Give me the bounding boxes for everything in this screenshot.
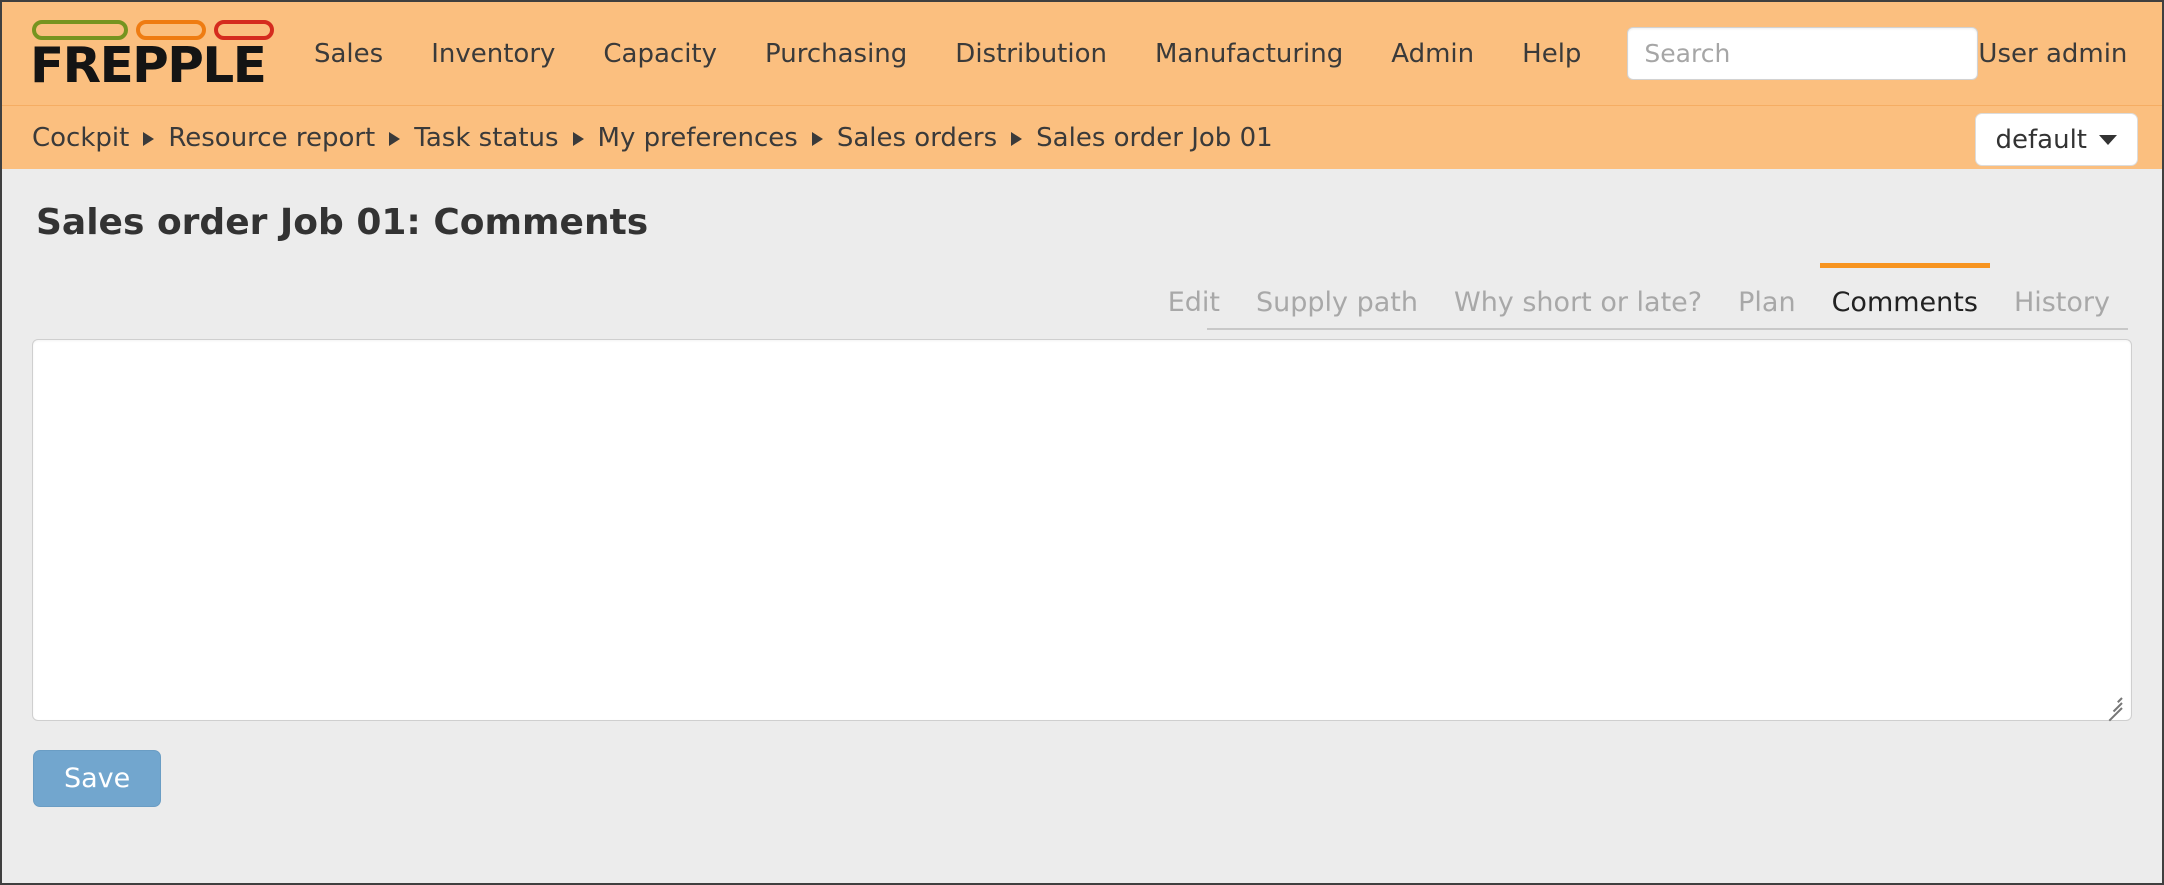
tab-why-short-or-late[interactable]: Why short or late?	[1436, 289, 1720, 330]
nav-item-admin[interactable]: Admin	[1367, 31, 1498, 77]
chevron-down-icon	[2099, 135, 2117, 145]
breadcrumb-separator-icon	[1011, 132, 1022, 146]
page-title: Sales order Job 01: Comments	[36, 169, 2132, 244]
comment-editor	[32, 339, 2132, 721]
breadcrumb-item-sales-orders[interactable]: Sales orders	[837, 125, 997, 151]
nav-item-sales[interactable]: Sales	[290, 31, 407, 77]
nav-item-distribution[interactable]: Distribution	[931, 31, 1131, 77]
breadcrumb-separator-icon	[812, 132, 823, 146]
breadcrumb-separator-icon	[389, 132, 400, 146]
breadcrumb-item-cockpit[interactable]: Cockpit	[32, 125, 129, 151]
tab-list: Edit Supply path Why short or late? Plan…	[1150, 289, 2132, 330]
main-content: Sales order Job 01: Comments Edit Supply…	[2, 169, 2162, 883]
tab-history[interactable]: History	[1996, 289, 2128, 330]
tab-supply-path[interactable]: Supply path	[1238, 289, 1436, 330]
search-input[interactable]	[1627, 27, 1978, 80]
nav-item-capacity[interactable]: Capacity	[579, 31, 741, 77]
logo-wordmark: FREPPLE	[30, 43, 287, 88]
save-button[interactable]: Save	[33, 750, 161, 807]
breadcrumb-item-resource-report[interactable]: Resource report	[168, 125, 375, 151]
user-menu[interactable]: User admin	[1978, 39, 2127, 69]
breadcrumb-separator-icon	[573, 132, 584, 146]
tab-comments[interactable]: Comments	[1814, 289, 1996, 330]
scenario-selector-button[interactable]: default	[1975, 113, 2138, 166]
nav-item-purchasing[interactable]: Purchasing	[741, 31, 931, 77]
nav-item-inventory[interactable]: Inventory	[407, 31, 579, 77]
nav-item-help[interactable]: Help	[1498, 31, 1605, 77]
main-menu: Sales Inventory Capacity Purchasing Dist…	[290, 31, 1605, 77]
breadcrumb-item-sales-order-job-01[interactable]: Sales order Job 01	[1036, 125, 1273, 151]
breadcrumb-bar: Cockpit Resource report Task status My p…	[2, 105, 2162, 169]
top-navigation-bar: FREPPLE Sales Inventory Capacity Purchas…	[2, 2, 2162, 105]
app-window: FREPPLE Sales Inventory Capacity Purchas…	[0, 0, 2164, 885]
nav-item-manufacturing[interactable]: Manufacturing	[1131, 31, 1367, 77]
frepple-logo[interactable]: FREPPLE	[30, 20, 282, 88]
comment-textarea[interactable]	[32, 339, 2132, 721]
breadcrumb-separator-icon	[143, 132, 154, 146]
breadcrumb-item-task-status[interactable]: Task status	[414, 125, 558, 151]
tab-bar: Edit Supply path Why short or late? Plan…	[32, 272, 2132, 330]
breadcrumb-item-my-preferences[interactable]: My preferences	[598, 125, 798, 151]
tab-plan[interactable]: Plan	[1720, 289, 1813, 330]
tab-edit[interactable]: Edit	[1150, 289, 1238, 330]
breadcrumb: Cockpit Resource report Task status My p…	[32, 125, 1273, 151]
scenario-selector-label: default	[1996, 125, 2087, 155]
